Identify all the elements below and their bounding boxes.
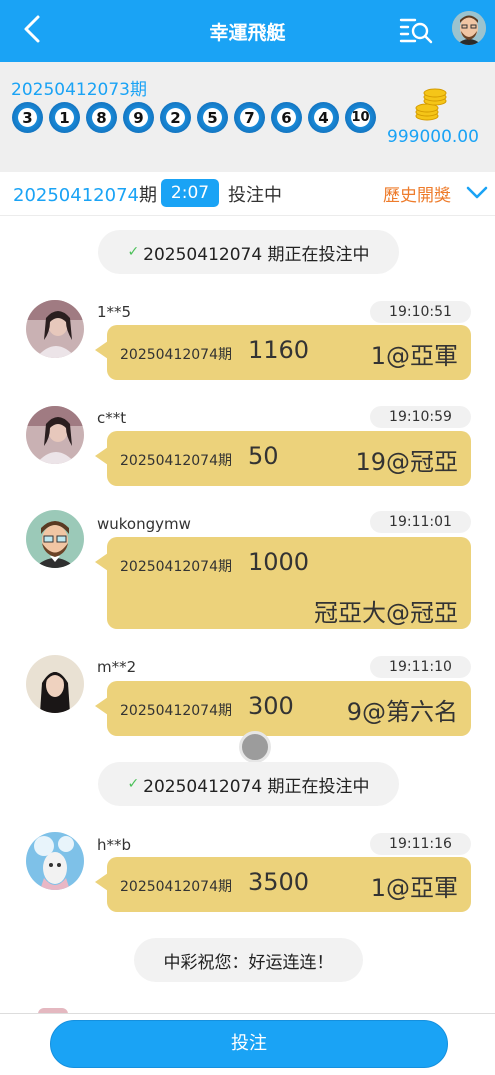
system-message-text: 20250412074 期正在投注中 — [143, 244, 370, 265]
current-period-suffix: 期 — [138, 185, 157, 206]
chat-username: 1**5 — [97, 303, 132, 321]
draw-ball: 5 — [197, 102, 228, 133]
bet-period: 20250412074期 — [120, 559, 232, 575]
bet-bubble: 20250412074期 3500 1@亞軍 — [95, 857, 471, 912]
bet-target: 1@亞軍 — [370, 874, 458, 902]
list-search-icon[interactable] — [398, 15, 434, 45]
chat-time: 19:11:10 — [370, 656, 471, 678]
bet-period: 20250412074期 — [120, 879, 232, 895]
bet-target: 19@冠亞 — [355, 448, 458, 476]
chat-username: h**b — [97, 836, 132, 854]
draw-ball: 2 — [160, 102, 191, 133]
check-icon: ✓ — [127, 244, 140, 260]
bet-amount: 300 — [248, 692, 294, 720]
last-draw-period: 20250412073期 — [11, 80, 147, 100]
chat-username: c**t — [97, 409, 127, 427]
countdown-timer: 2:07 — [161, 179, 219, 207]
bet-amount: 50 — [248, 442, 279, 470]
system-message: ✓ 20250412074 期正在投注中 — [98, 230, 399, 274]
system-message-text: 20250412074 期正在投注中 — [143, 776, 370, 797]
bet-bubble: 20250412074期 50 19@冠亞 — [95, 431, 471, 486]
bet-bubble: 20250412074期 1160 1@亞軍 — [95, 325, 471, 380]
draw-ball: 9 — [123, 102, 154, 133]
betting-status: 投注中 — [228, 185, 282, 206]
current-period: 20250412074期 — [13, 181, 157, 207]
chat-time: 19:11:01 — [370, 511, 471, 533]
bet-bubble: 20250412074期 1000 冠亞大@冠亞 — [95, 537, 471, 629]
avatar[interactable] — [26, 655, 84, 713]
balance-amount: 999000.00 — [387, 127, 479, 147]
chat-time: 19:11:16 — [370, 833, 471, 855]
bet-period: 20250412074期 — [120, 453, 232, 469]
avatar[interactable] — [26, 832, 84, 890]
draw-ball: 8 — [86, 102, 117, 133]
bet-period: 20250412074期 — [120, 703, 232, 719]
bet-amount: 3500 — [248, 868, 310, 896]
draw-ball: 1 — [49, 102, 80, 133]
system-message: ✓ 20250412074 期正在投注中 — [98, 762, 399, 806]
check-icon: ✓ — [127, 776, 140, 792]
bet-target: 9@第六名 — [346, 698, 458, 726]
avatar[interactable] — [26, 510, 84, 568]
bet-button[interactable]: 投注 — [50, 1020, 448, 1068]
avatar[interactable] — [26, 300, 84, 358]
draw-ball: 10 — [345, 102, 376, 133]
draw-ball: 7 — [234, 102, 265, 133]
bet-amount: 1000 — [248, 548, 310, 576]
chat-time: 19:10:59 — [370, 406, 471, 428]
bet-bubble: 20250412074期 300 9@第六名 — [95, 681, 471, 736]
bet-amount: 1160 — [248, 336, 310, 364]
bet-period: 20250412074期 — [120, 347, 232, 363]
draw-ball: 6 — [271, 102, 302, 133]
draw-ball: 4 — [308, 102, 339, 133]
draw-balls: 3 1 8 9 2 5 7 6 4 10 — [12, 102, 376, 133]
chat-time: 19:10:51 — [370, 301, 471, 323]
user-avatar[interactable] — [452, 11, 486, 45]
coins-icon — [415, 88, 447, 121]
chevron-down-icon[interactable] — [466, 186, 488, 200]
bet-target: 1@亞軍 — [370, 342, 458, 370]
chat-username: m**2 — [97, 658, 137, 676]
bet-target: 冠亞大@冠亞 — [314, 599, 458, 627]
congrats-message: 中彩祝您：好运连连！ — [134, 938, 363, 982]
draw-ball: 3 — [12, 102, 43, 133]
current-period-number: 20250412074 — [13, 185, 139, 206]
history-draws-link[interactable]: 歷史開獎 — [383, 181, 451, 206]
floating-scroll-button[interactable] — [239, 731, 271, 763]
chat-username: wukongymw — [97, 515, 191, 533]
avatar[interactable] — [26, 406, 84, 464]
